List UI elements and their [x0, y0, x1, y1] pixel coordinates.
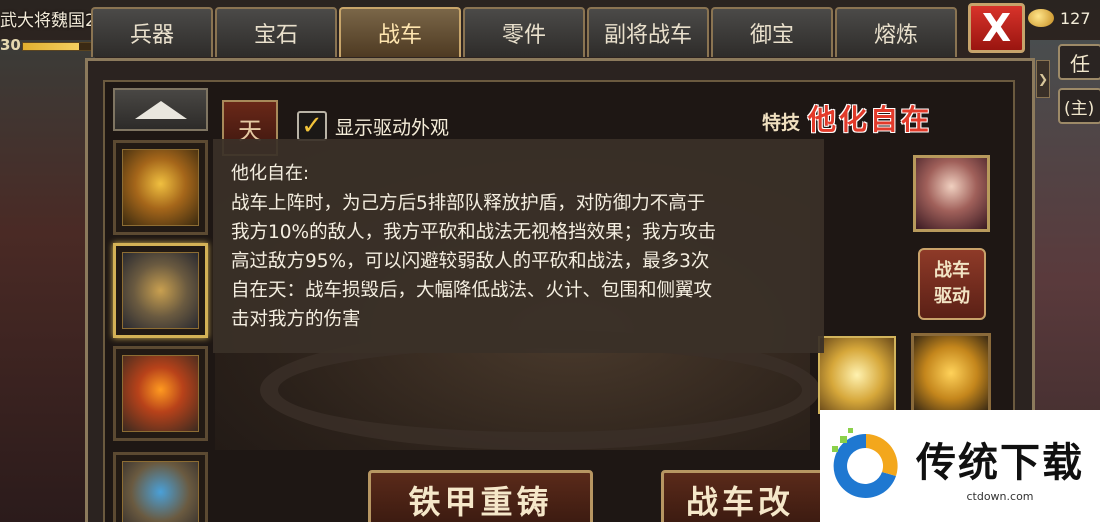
tooltip-line: 我方10%的敌人，我方平砍和战法无视格挡效果；我方攻击 — [231, 222, 717, 243]
scenery-left — [0, 40, 95, 522]
chariot-thumbnail — [122, 149, 199, 226]
drive-button-line2: 驱动 — [934, 286, 970, 307]
chariot-slot[interactable] — [113, 346, 208, 441]
checkbox[interactable]: ✓ — [297, 111, 327, 141]
expand-arrow-icon[interactable]: ❯ — [1036, 60, 1050, 98]
tooltip-line: 战车上阵时，为己方后5排部队释放护盾，对防御力不高于 — [231, 193, 706, 214]
chariot-slot[interactable] — [113, 452, 208, 522]
tooltip-line: 自在天：战车损毁后，大幅降低战法、火计、包围和侧翼攻 — [231, 280, 713, 301]
tab-royal-treasure[interactable]: 御宝 — [711, 7, 833, 57]
close-button[interactable]: X — [968, 3, 1025, 53]
drive-button-line1: 战车 — [934, 260, 970, 281]
chariot-thumbnail — [122, 355, 199, 432]
modify-chariot-button[interactable]: 战车改 — [661, 470, 841, 522]
chariot-slot[interactable] — [113, 140, 208, 235]
currency-value: 127 — [1060, 8, 1091, 28]
skill-tooltip: 他化自在: 战车上阵时，为己方后5排部队释放护盾，对防御力不高于 我方10%的敌… — [213, 139, 824, 353]
main-quest-button[interactable]: (主) — [1058, 88, 1100, 124]
tab-deputy-chariot[interactable]: 副将战车 — [587, 7, 709, 57]
chariot-slot-selected[interactable] — [113, 243, 208, 338]
watermark-title: 传统下载 — [916, 439, 1084, 486]
exp-bar — [22, 42, 92, 51]
skill-name: 他化自在 — [808, 103, 933, 136]
scroll-up-button[interactable] — [113, 88, 208, 131]
rebuild-button[interactable]: 铁甲重铸 — [368, 470, 593, 522]
deputy-portrait[interactable] — [913, 155, 990, 232]
chariot-thumbnail — [122, 252, 199, 329]
tab-parts[interactable]: 零件 — [463, 7, 585, 57]
checkbox-label: 显示驱动外观 — [335, 116, 450, 139]
gold-dragon-icon[interactable] — [911, 333, 991, 413]
show-drive-appearance-toggle[interactable]: ✓ 显示驱动外观 — [297, 111, 449, 141]
watermark: 传统下载 ctdown.com — [820, 410, 1100, 522]
task-button[interactable]: 任 — [1058, 44, 1100, 80]
tooltip-line: 击对我方的伤害 — [231, 309, 361, 330]
tooltip-title: 他化自在: — [231, 163, 310, 184]
chariot-drive-button[interactable]: 战车 驱动 — [918, 248, 986, 320]
tab-chariot[interactable]: 战车 — [339, 7, 461, 57]
skill-banner: 特技 他化自在 — [762, 98, 932, 136]
exp-bar-fill — [23, 43, 79, 50]
up-arrow-icon — [134, 100, 187, 119]
tab-weapons[interactable]: 兵器 — [91, 7, 213, 57]
player-level: 30 — [0, 36, 21, 54]
tab-gems[interactable]: 宝石 — [215, 7, 337, 57]
coin-icon — [1028, 9, 1054, 27]
tooltip-line: 高过敌方95%，可以闪避较弱敌人的平砍和战法，最多3次 — [231, 251, 710, 272]
gold-card-icon[interactable] — [818, 336, 896, 414]
skill-tag: 特技 — [762, 112, 801, 134]
currency-display: 127 — [1028, 4, 1100, 32]
tab-bar: 兵器 宝石 战车 零件 副将战车 御宝 熔炼 — [91, 7, 957, 57]
chariot-thumbnail — [122, 461, 199, 522]
watermark-url: ctdown.com — [966, 489, 1034, 503]
watermark-logo-icon — [826, 426, 904, 506]
tab-smelting[interactable]: 熔炼 — [835, 7, 957, 57]
player-name: 武大将魏国2 — [0, 11, 96, 31]
